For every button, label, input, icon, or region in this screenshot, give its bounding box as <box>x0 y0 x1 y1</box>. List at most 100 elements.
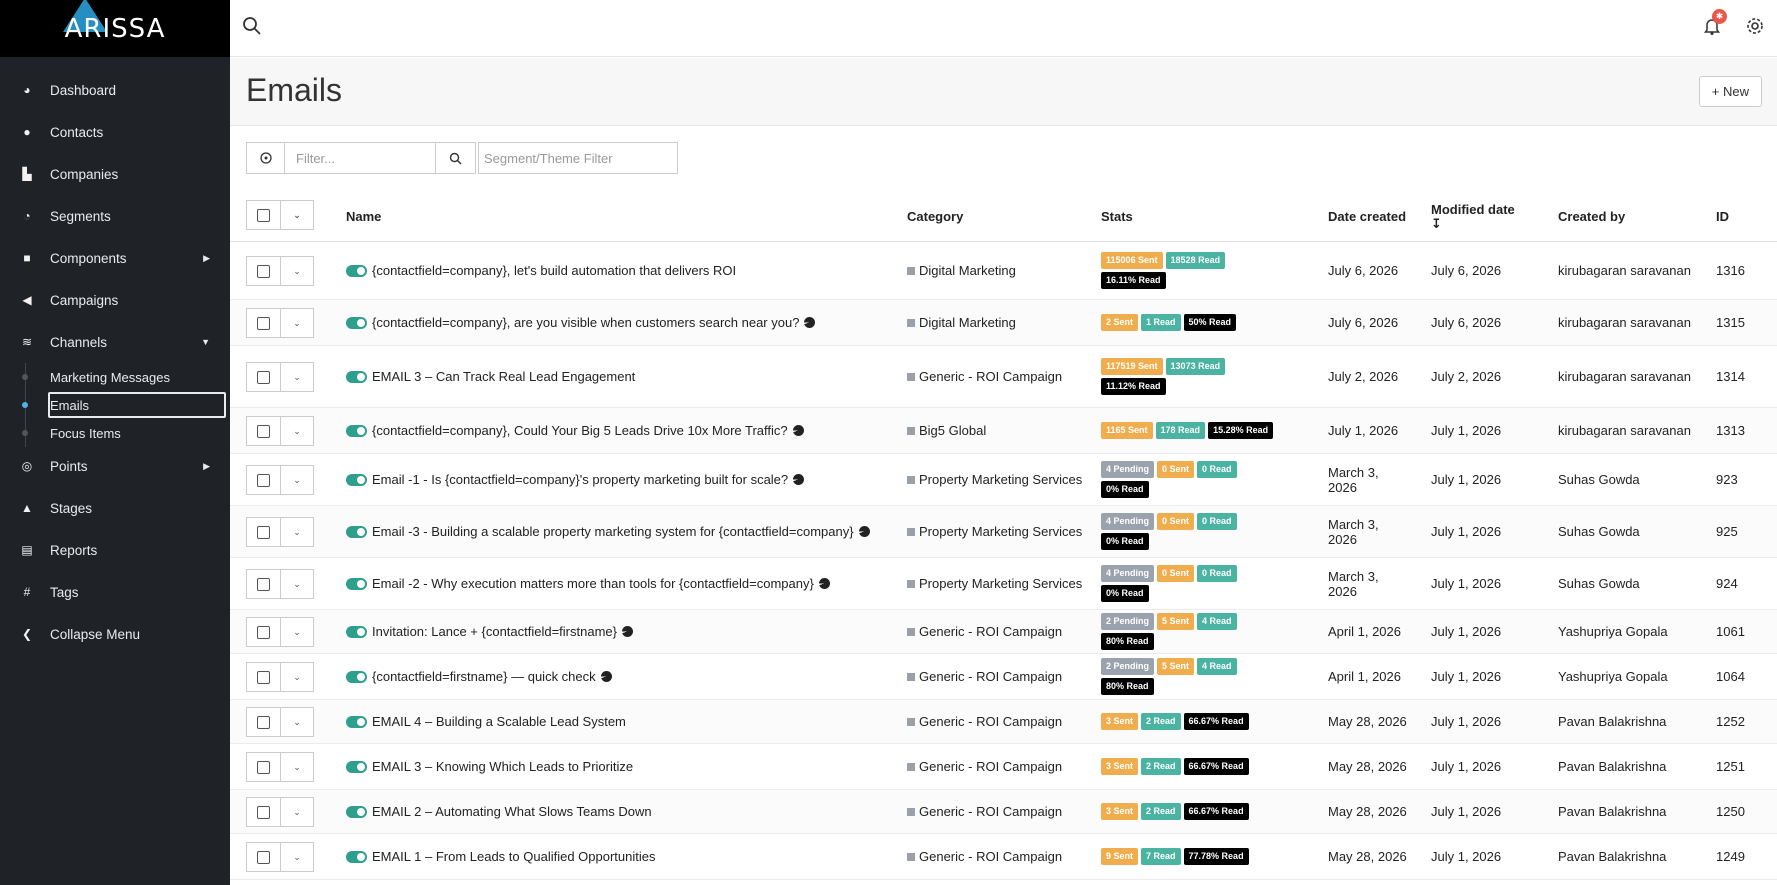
email-name-link[interactable]: Invitation: Lance + {contactfield=firstn… <box>372 624 617 639</box>
table-row[interactable]: ⌄ Invitation: Lance + {contactfield=first… <box>230 610 1777 654</box>
table-row[interactable]: ⌄ EMAIL 4 – Building a Scalable Lead Syst… <box>230 700 1777 744</box>
pie-chart-icon[interactable] <box>600 671 612 682</box>
email-name-link[interactable]: EMAIL 1 – From Leads to Qualified Opport… <box>372 849 656 864</box>
email-name-link[interactable]: {contactfield=company}, are you visible … <box>372 315 799 330</box>
filter-input[interactable]: Filter... <box>284 142 436 174</box>
published-toggle[interactable] <box>346 625 367 638</box>
logo[interactable]: ARISSA <box>0 0 230 57</box>
row-select-group[interactable]: ⌄ <box>246 707 314 737</box>
published-toggle[interactable] <box>346 577 367 590</box>
email-name-link[interactable]: {contactfield=company}, Could Your Big 5… <box>372 423 788 438</box>
pie-chart-icon[interactable] <box>793 474 805 485</box>
published-toggle[interactable] <box>346 370 367 383</box>
row-actions-dropdown[interactable]: ⌄ <box>281 256 314 286</box>
col-name[interactable]: Name <box>346 190 381 242</box>
email-name-link[interactable]: EMAIL 4 – Building a Scalable Lead Syste… <box>372 714 626 729</box>
table-row[interactable]: ⌄ EMAIL 1 – From Leads to Qualified Oppor… <box>230 834 1777 880</box>
sidebar-item-campaigns[interactable]: ◀ Campaigns <box>0 279 230 321</box>
sidebar-item-companies[interactable]: ▙ Companies <box>0 153 230 195</box>
row-checkbox[interactable] <box>246 308 281 338</box>
row-checkbox[interactable] <box>246 517 281 547</box>
sidebar-item-points[interactable]: ◎ Points ▶ <box>0 445 230 487</box>
pie-chart-icon[interactable] <box>622 626 633 637</box>
table-row[interactable]: ⌄ EMAIL 3 – Knowing Which Leads to Priori… <box>230 744 1777 790</box>
row-checkbox[interactable] <box>246 752 281 782</box>
published-toggle[interactable] <box>346 525 367 538</box>
submenu-item-marketing-messages[interactable]: Marketing Messages <box>22 363 230 391</box>
sidebar-item-reports[interactable]: ▤ Reports <box>0 529 230 571</box>
published-toggle[interactable] <box>346 316 367 329</box>
row-select-group[interactable]: ⌄ <box>246 662 314 692</box>
row-actions-dropdown[interactable]: ⌄ <box>281 842 314 872</box>
pie-chart-icon[interactable] <box>792 425 804 436</box>
email-name-link[interactable]: EMAIL 3 – Can Track Real Lead Engagement <box>372 369 635 384</box>
row-actions-dropdown[interactable]: ⌄ <box>281 569 314 599</box>
table-row[interactable]: ⌄ {contactfield=company}, are you visible… <box>230 300 1777 346</box>
bulk-actions-dropdown[interactable]: ⌄ <box>281 200 314 230</box>
sidebar-item-segments[interactable]: ◔ Segments <box>0 195 230 237</box>
row-actions-dropdown[interactable]: ⌄ <box>281 797 314 827</box>
row-select-group[interactable]: ⌄ <box>246 416 314 446</box>
row-actions-dropdown[interactable]: ⌄ <box>281 308 314 338</box>
row-checkbox[interactable] <box>246 842 281 872</box>
row-actions-dropdown[interactable]: ⌄ <box>281 662 314 692</box>
email-name-link[interactable]: EMAIL 2 – Automating What Slows Teams Do… <box>372 804 652 819</box>
row-actions-dropdown[interactable]: ⌄ <box>281 362 314 392</box>
sidebar-item-tags[interactable]: # Tags <box>0 571 230 613</box>
col-created-by[interactable]: Created by <box>1558 190 1625 242</box>
row-actions-dropdown[interactable]: ⌄ <box>281 416 314 446</box>
row-select-group[interactable]: ⌄ <box>246 256 314 286</box>
row-actions-dropdown[interactable]: ⌄ <box>281 617 314 647</box>
table-row[interactable]: ⌄ {contactfield=company}, let's build aut… <box>230 242 1777 300</box>
published-toggle[interactable] <box>346 760 367 773</box>
segment-filter-input[interactable]: Segment/Theme Filter <box>478 142 678 174</box>
pie-chart-icon[interactable] <box>858 526 870 537</box>
row-checkbox[interactable] <box>246 416 281 446</box>
row-checkbox[interactable] <box>246 617 281 647</box>
published-toggle[interactable] <box>346 264 367 277</box>
published-toggle[interactable] <box>346 424 367 437</box>
email-name-link[interactable]: Email -3 - Building a scalable property … <box>372 524 854 539</box>
published-toggle[interactable] <box>346 805 367 818</box>
sidebar-item-stages[interactable]: ▲ Stages <box>0 487 230 529</box>
published-toggle[interactable] <box>346 473 367 486</box>
select-all-group[interactable]: ⌄ <box>246 200 314 230</box>
email-name-link[interactable]: {contactfield=company}, let's build auto… <box>372 263 736 278</box>
pie-chart-icon[interactable] <box>818 578 830 589</box>
row-select-group[interactable]: ⌄ <box>246 797 314 827</box>
sidebar-item-collapse-menu[interactable]: ❮ Collapse Menu <box>0 613 230 655</box>
sidebar-item-channels[interactable]: ≋ Channels ▼ <box>0 321 230 363</box>
row-select-group[interactable]: ⌄ <box>246 569 314 599</box>
pie-chart-icon[interactable] <box>804 317 816 328</box>
row-select-group[interactable]: ⌄ <box>246 842 314 872</box>
table-row[interactable]: ⌄ {contactfield=company}, Could Your Big … <box>230 408 1777 454</box>
published-toggle[interactable] <box>346 715 367 728</box>
row-checkbox[interactable] <box>246 707 281 737</box>
col-modified-date[interactable]: Modified date ↧ <box>1431 190 1515 242</box>
table-row[interactable]: ⌄ {contactfield=firstname} — quick check G… <box>230 654 1777 700</box>
row-checkbox[interactable] <box>246 362 281 392</box>
col-id[interactable]: ID <box>1716 190 1729 242</box>
table-row[interactable]: ⌄ Email -1 - Is {contactfield=company}'s … <box>230 454 1777 506</box>
search-icon[interactable] <box>242 16 262 36</box>
row-actions-dropdown[interactable]: ⌄ <box>281 752 314 782</box>
row-actions-dropdown[interactable]: ⌄ <box>281 707 314 737</box>
submenu-item-emails[interactable]: Emails <box>22 391 230 419</box>
filter-search-button[interactable] <box>436 142 476 174</box>
sidebar-item-dashboard[interactable]: ◕ Dashboard <box>0 69 230 111</box>
published-toggle[interactable] <box>346 850 367 863</box>
sidebar-item-components[interactable]: ■ Components ▶ <box>0 237 230 279</box>
row-select-group[interactable]: ⌄ <box>246 308 314 338</box>
row-select-group[interactable]: ⌄ <box>246 617 314 647</box>
row-select-group[interactable]: ⌄ <box>246 465 314 495</box>
row-select-group[interactable]: ⌄ <box>246 752 314 782</box>
email-name-link[interactable]: EMAIL 3 – Knowing Which Leads to Priorit… <box>372 759 633 774</box>
table-row[interactable]: ⌄ Email -3 - Building a scalable property… <box>230 506 1777 558</box>
table-row[interactable]: ⌄ Email -2 - Why execution matters more t… <box>230 558 1777 610</box>
row-checkbox[interactable] <box>246 662 281 692</box>
row-checkbox[interactable] <box>246 465 281 495</box>
row-checkbox[interactable] <box>246 256 281 286</box>
row-actions-dropdown[interactable]: ⌄ <box>281 465 314 495</box>
help-button[interactable] <box>246 142 284 174</box>
published-toggle[interactable] <box>346 670 367 683</box>
